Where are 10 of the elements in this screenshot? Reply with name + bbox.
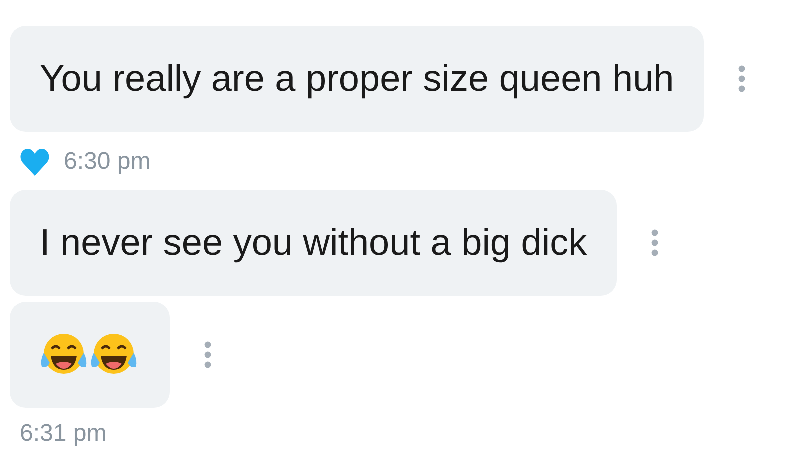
more-options-icon[interactable] (738, 65, 746, 93)
laughing-emoji-icon (90, 333, 138, 377)
more-options-icon[interactable] (204, 341, 212, 369)
message-time: 6:30 pm (64, 147, 151, 177)
message-time: 6:31 pm (20, 419, 107, 449)
more-options-icon[interactable] (651, 229, 660, 257)
message-bubble: You really are a proper size queen huh (10, 26, 704, 132)
heart-icon[interactable] (20, 148, 50, 176)
laughing-emoji-icon (40, 333, 88, 377)
message-bubble: I never see you without a big dick (10, 190, 618, 296)
